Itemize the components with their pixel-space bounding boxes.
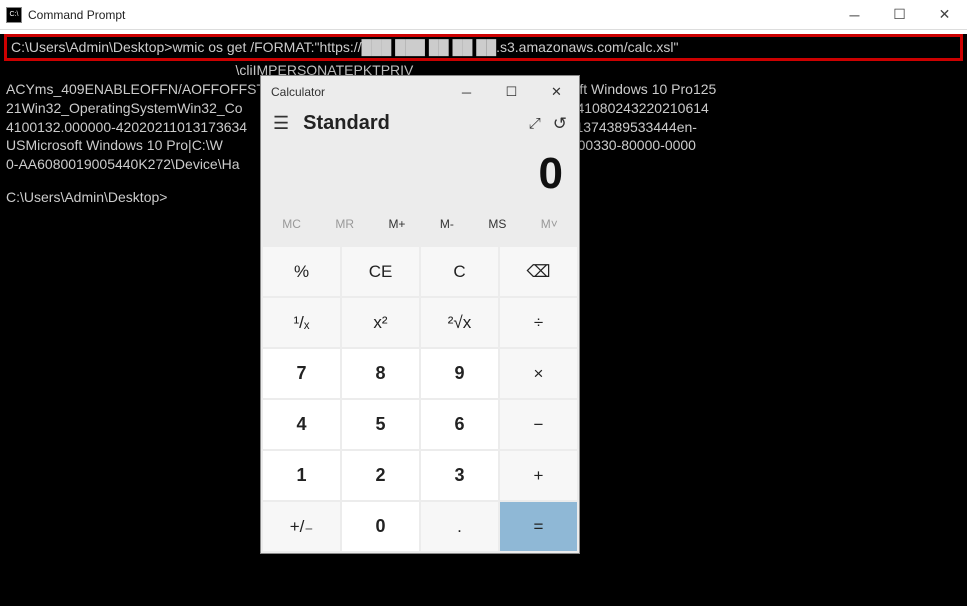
- equals-button[interactable]: =: [500, 502, 577, 551]
- sqrt-button[interactable]: ²√x: [421, 298, 498, 347]
- decimal-button[interactable]: .: [421, 502, 498, 551]
- subtract-button[interactable]: −: [500, 400, 577, 449]
- cmd-highlighted-command: C:\Users\Admin\Desktop>wmic os get /FORM…: [4, 34, 963, 61]
- memory-subtract-button[interactable]: M-: [432, 213, 462, 235]
- divide-button[interactable]: ÷: [500, 298, 577, 347]
- cmd-title: Command Prompt: [28, 8, 832, 22]
- memory-recall-button[interactable]: MR: [327, 213, 362, 235]
- digit-0-button[interactable]: 0: [342, 502, 419, 551]
- maximize-button[interactable]: ☐: [489, 76, 534, 108]
- digit-4-button[interactable]: 4: [263, 400, 340, 449]
- memory-list-button[interactable]: M˅: [533, 213, 566, 235]
- digit-5-button[interactable]: 5: [342, 400, 419, 449]
- negate-button[interactable]: +/₋: [263, 502, 340, 551]
- calc-memory-row: MC MR M+ M- MS M˅: [261, 211, 579, 245]
- clear-button[interactable]: C: [421, 247, 498, 296]
- cmd-titlebar[interactable]: C:\ Command Prompt ─ ☐ ✕: [0, 0, 967, 30]
- digit-8-button[interactable]: 8: [342, 349, 419, 398]
- hamburger-icon[interactable]: ☰: [273, 113, 289, 134]
- percent-button[interactable]: %: [263, 247, 340, 296]
- clear-entry-button[interactable]: CE: [342, 247, 419, 296]
- calc-keypad: % CE C ⌫ ¹/ₓ x² ²√x ÷ 7 8 9 × 4 5 6 − 1 …: [261, 245, 579, 553]
- minimize-button[interactable]: ─: [444, 76, 489, 108]
- cmd-window-controls: ─ ☐ ✕: [832, 0, 967, 30]
- calc-header: ☰ Standard ⤢ ↺: [261, 108, 579, 143]
- digit-3-button[interactable]: 3: [421, 451, 498, 500]
- calc-window-controls: ─ ☐ ✕: [444, 76, 579, 108]
- close-button[interactable]: ✕: [922, 0, 967, 30]
- calc-mode-label: Standard: [303, 112, 529, 135]
- memory-add-button[interactable]: M+: [380, 213, 413, 235]
- keep-on-top-icon[interactable]: ⤢: [529, 115, 541, 132]
- square-button[interactable]: x²: [342, 298, 419, 347]
- add-button[interactable]: +: [500, 451, 577, 500]
- digit-6-button[interactable]: 6: [421, 400, 498, 449]
- calc-title: Calculator: [271, 85, 444, 99]
- digit-9-button[interactable]: 9: [421, 349, 498, 398]
- calc-display: 0: [261, 143, 579, 211]
- memory-clear-button[interactable]: MC: [274, 213, 309, 235]
- digit-2-button[interactable]: 2: [342, 451, 419, 500]
- multiply-button[interactable]: ×: [500, 349, 577, 398]
- reciprocal-button[interactable]: ¹/ₓ: [263, 298, 340, 347]
- digit-7-button[interactable]: 7: [263, 349, 340, 398]
- cmd-icon: C:\: [6, 7, 22, 23]
- calculator-window: Calculator ─ ☐ ✕ ☰ Standard ⤢ ↺ 0 MC MR …: [260, 75, 580, 554]
- backspace-button[interactable]: ⌫: [500, 247, 577, 296]
- minimize-button[interactable]: ─: [832, 0, 877, 30]
- memory-store-button[interactable]: MS: [480, 213, 514, 235]
- maximize-button[interactable]: ☐: [877, 0, 922, 30]
- history-icon[interactable]: ↺: [553, 114, 567, 134]
- digit-1-button[interactable]: 1: [263, 451, 340, 500]
- close-button[interactable]: ✕: [534, 76, 579, 108]
- calc-titlebar[interactable]: Calculator ─ ☐ ✕: [261, 76, 579, 108]
